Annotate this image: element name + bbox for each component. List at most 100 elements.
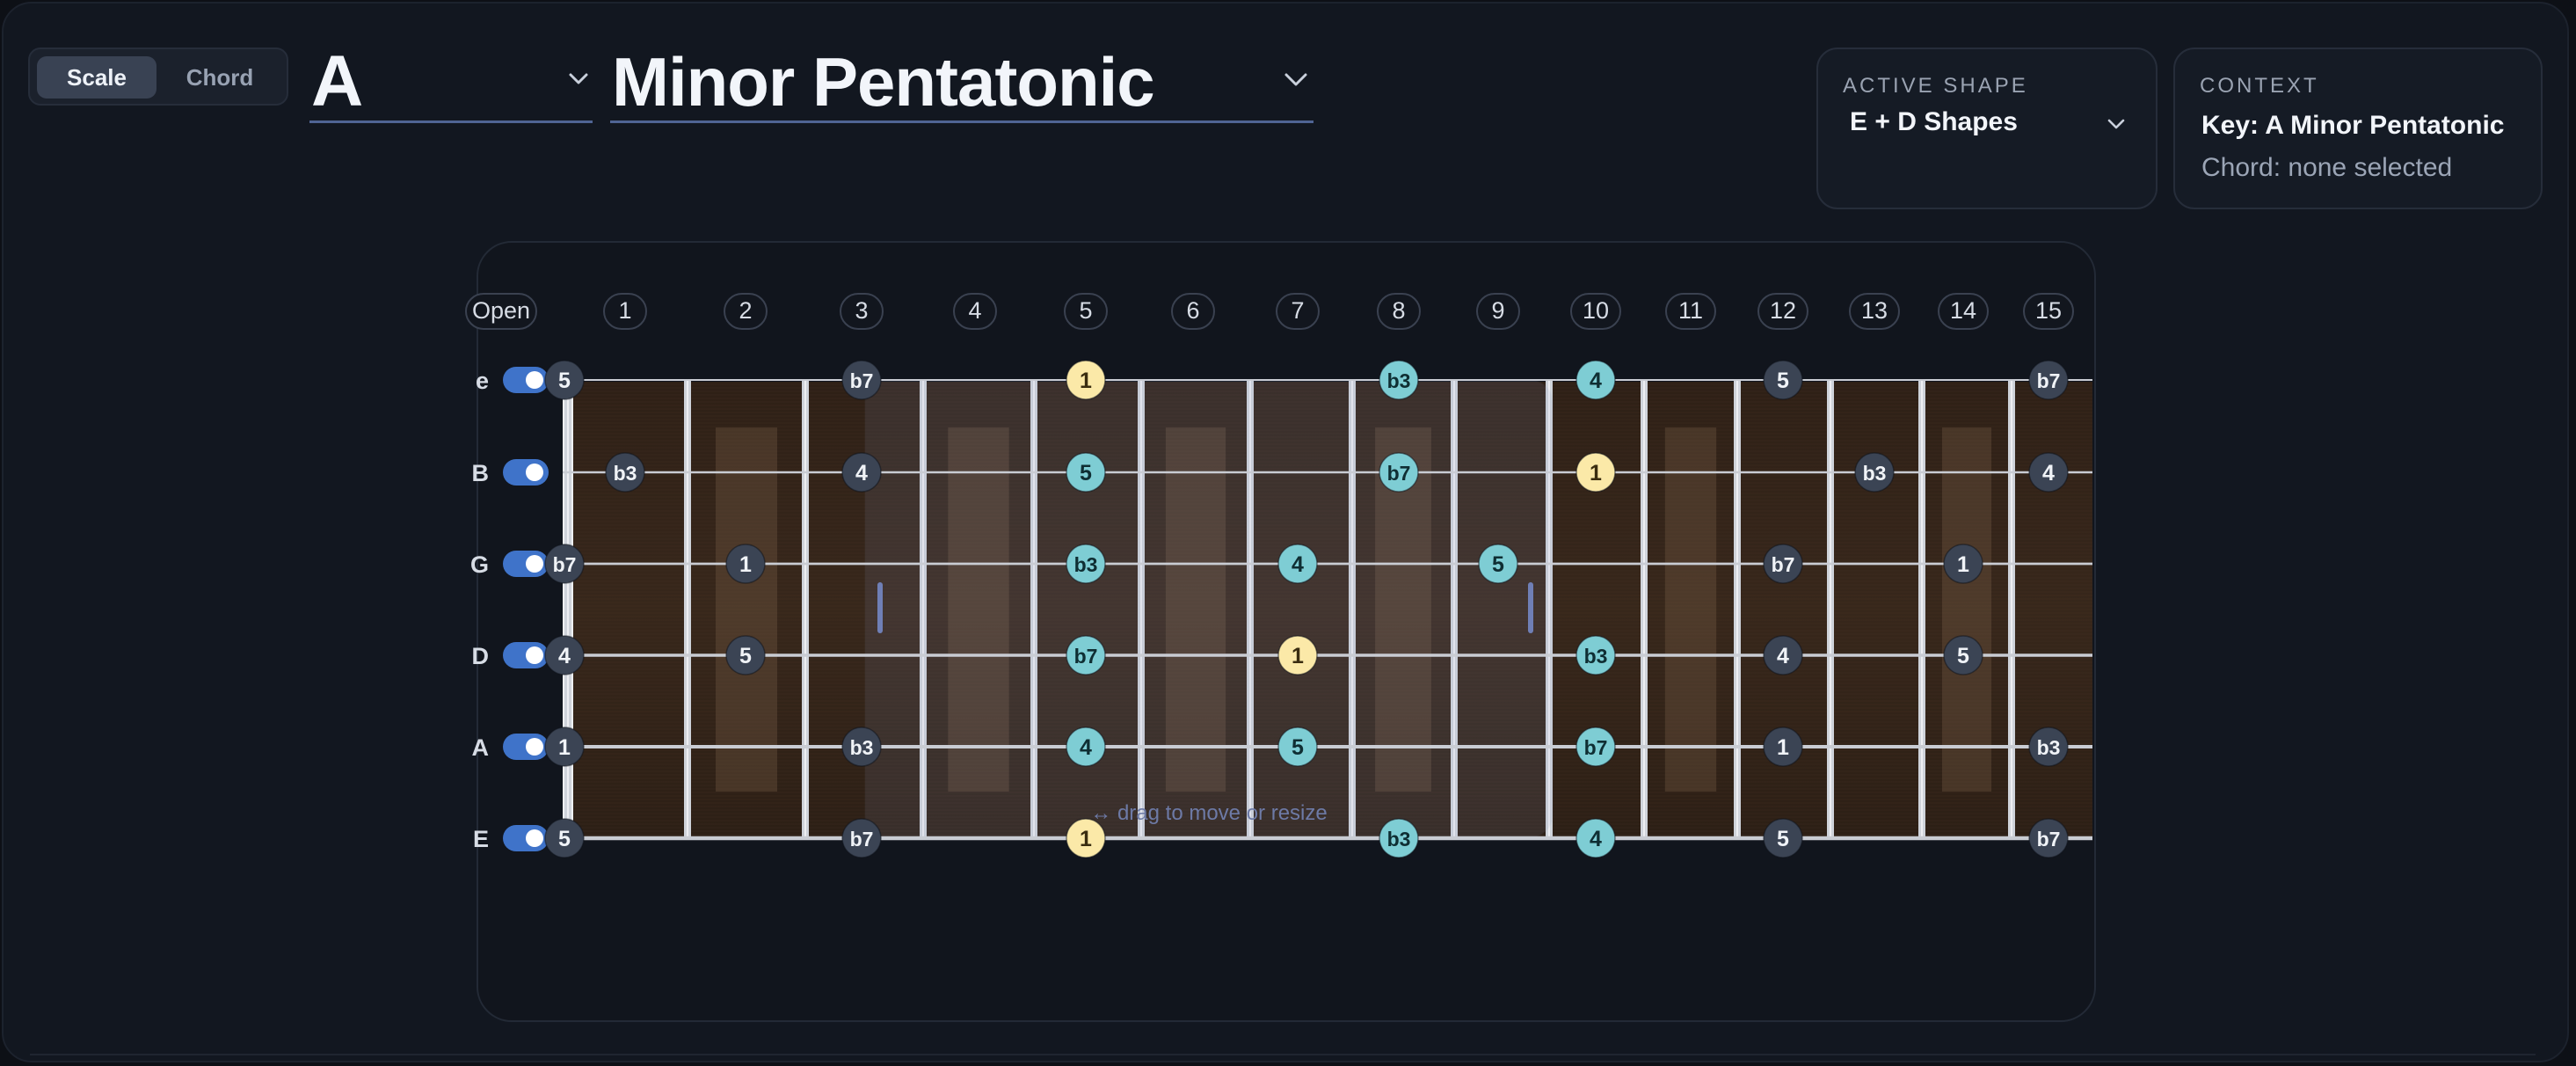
note-dot[interactable]: 4 [1575,360,1616,400]
note-dot[interactable]: 4 [2028,452,2069,493]
chevron-down-icon [569,73,588,84]
string-toggle-B[interactable] [503,459,549,486]
note-label: 5 [739,644,752,668]
note-label: b3 [1584,645,1608,668]
note-dot[interactable]: 5 [1763,360,1803,400]
note-label: b7 [1387,462,1411,485]
note-label: b3 [1863,462,1887,485]
note-dot[interactable]: 4 [1763,635,1803,675]
note-label: b3 [614,462,637,485]
note-dot[interactable]: 5 [725,635,766,675]
note-dot[interactable]: 1 [1066,360,1106,400]
note-label: 1 [1590,461,1602,486]
shape-window-left-handle[interactable] [877,582,883,633]
note-dot[interactable]: b3 [1854,452,1895,493]
active-shape-caption: ACTIVE SHAPE [1843,74,2028,98]
note-dot[interactable]: 1 [1763,726,1803,767]
note-dot[interactable]: b7 [841,818,882,858]
note-dot[interactable]: 5 [1478,544,1518,584]
chevron-down-icon [1284,73,1307,86]
note-dot[interactable]: b7 [1379,452,1419,493]
note-dot[interactable]: b7 [1066,635,1106,675]
note-label: 5 [558,827,571,851]
context-key: Key: A Minor Pentatonic [2201,111,2505,140]
note-dot[interactable]: b7 [841,360,882,400]
mode-scale-button[interactable]: Scale [37,56,156,99]
note-dot[interactable]: b7 [2028,818,2069,858]
note-dot[interactable]: b3 [841,726,882,767]
note-dot[interactable]: 1 [1066,818,1106,858]
note-dot[interactable]: 1 [544,726,585,767]
shape-window[interactable] [864,379,1554,838]
note-label: 5 [1957,644,1969,668]
note-dot[interactable]: b7 [1575,726,1616,767]
note-label: 4 [1777,644,1789,668]
note-label: b7 [2037,369,2061,392]
note-label: 5 [558,369,571,393]
note-label: b7 [850,369,874,392]
root-note-value: A [311,41,364,121]
note-dot[interactable]: 5 [1066,452,1106,493]
note-dot[interactable]: b7 [1763,544,1803,584]
note-label: 1 [1080,827,1092,851]
note-label: 4 [1292,552,1304,577]
note-label: 5 [1492,552,1504,577]
note-label: 5 [1777,369,1789,393]
note-dot[interactable]: 1 [1943,544,1983,584]
string-toggle-e[interactable] [503,367,549,393]
chevron-down-icon [2107,119,2125,129]
note-label: b3 [850,736,874,759]
root-note-select[interactable]: A [309,42,593,123]
note-dot[interactable]: 4 [1066,726,1106,767]
note-label: b7 [850,828,874,851]
note-label: 1 [1080,369,1092,393]
active-shape-card[interactable]: ACTIVE SHAPE E + D Shapes [1816,47,2158,209]
note-dot[interactable]: 5 [544,818,585,858]
toggle-knob [526,464,543,481]
note-dot[interactable]: 4 [544,635,585,675]
note-label: 5 [1080,461,1092,486]
note-dot[interactable]: 4 [841,452,882,493]
string-toggle-D[interactable] [503,642,549,668]
note-dot[interactable]: 1 [1277,635,1318,675]
note-dot[interactable]: 1 [725,544,766,584]
active-shape-value: E + D Shapes [1850,107,2018,136]
scale-type-select[interactable]: Minor Pentatonic [610,42,1313,123]
note-label: b3 [1074,553,1098,576]
note-dot[interactable]: b3 [1066,544,1106,584]
note-dot[interactable]: 4 [1277,544,1318,584]
note-dot[interactable]: b3 [605,452,645,493]
note-dot[interactable]: 4 [1575,818,1616,858]
note-label: b7 [1074,645,1098,668]
note-dot[interactable]: b7 [544,544,585,584]
note-label: 4 [1590,827,1602,851]
note-label: 1 [1292,644,1304,668]
note-dot[interactable]: b3 [2028,726,2069,767]
shape-window-right-handle[interactable] [1528,582,1533,633]
context-card: CONTEXT Key: A Minor Pentatonic Chord: n… [2173,47,2543,209]
note-dot[interactable]: b3 [1379,818,1419,858]
context-chord: Chord: none selected [2201,153,2453,182]
note-label: 4 [558,644,571,668]
note-label: 4 [855,461,868,486]
note-label: b7 [1584,736,1608,759]
string-toggle-E[interactable] [503,825,549,851]
toggle-knob [526,738,543,756]
note-dot[interactable]: b3 [1575,635,1616,675]
note-label: b7 [553,553,577,576]
note-dot[interactable]: b7 [2028,360,2069,400]
note-dot[interactable]: 5 [544,360,585,400]
note-label: 1 [739,552,752,577]
note-label: 4 [1590,369,1602,393]
note-dot[interactable]: b3 [1379,360,1419,400]
note-dot[interactable]: 5 [1277,726,1318,767]
toggle-knob [526,555,543,573]
note-label: 4 [2042,461,2055,486]
string-toggle-A[interactable] [503,734,549,760]
note-dot[interactable]: 1 [1575,452,1616,493]
mode-chord-button[interactable]: Chord [160,56,280,99]
string-toggle-G[interactable] [503,551,549,577]
note-dot[interactable]: 5 [1943,635,1983,675]
note-label: b3 [2037,736,2061,759]
note-dot[interactable]: 5 [1763,818,1803,858]
